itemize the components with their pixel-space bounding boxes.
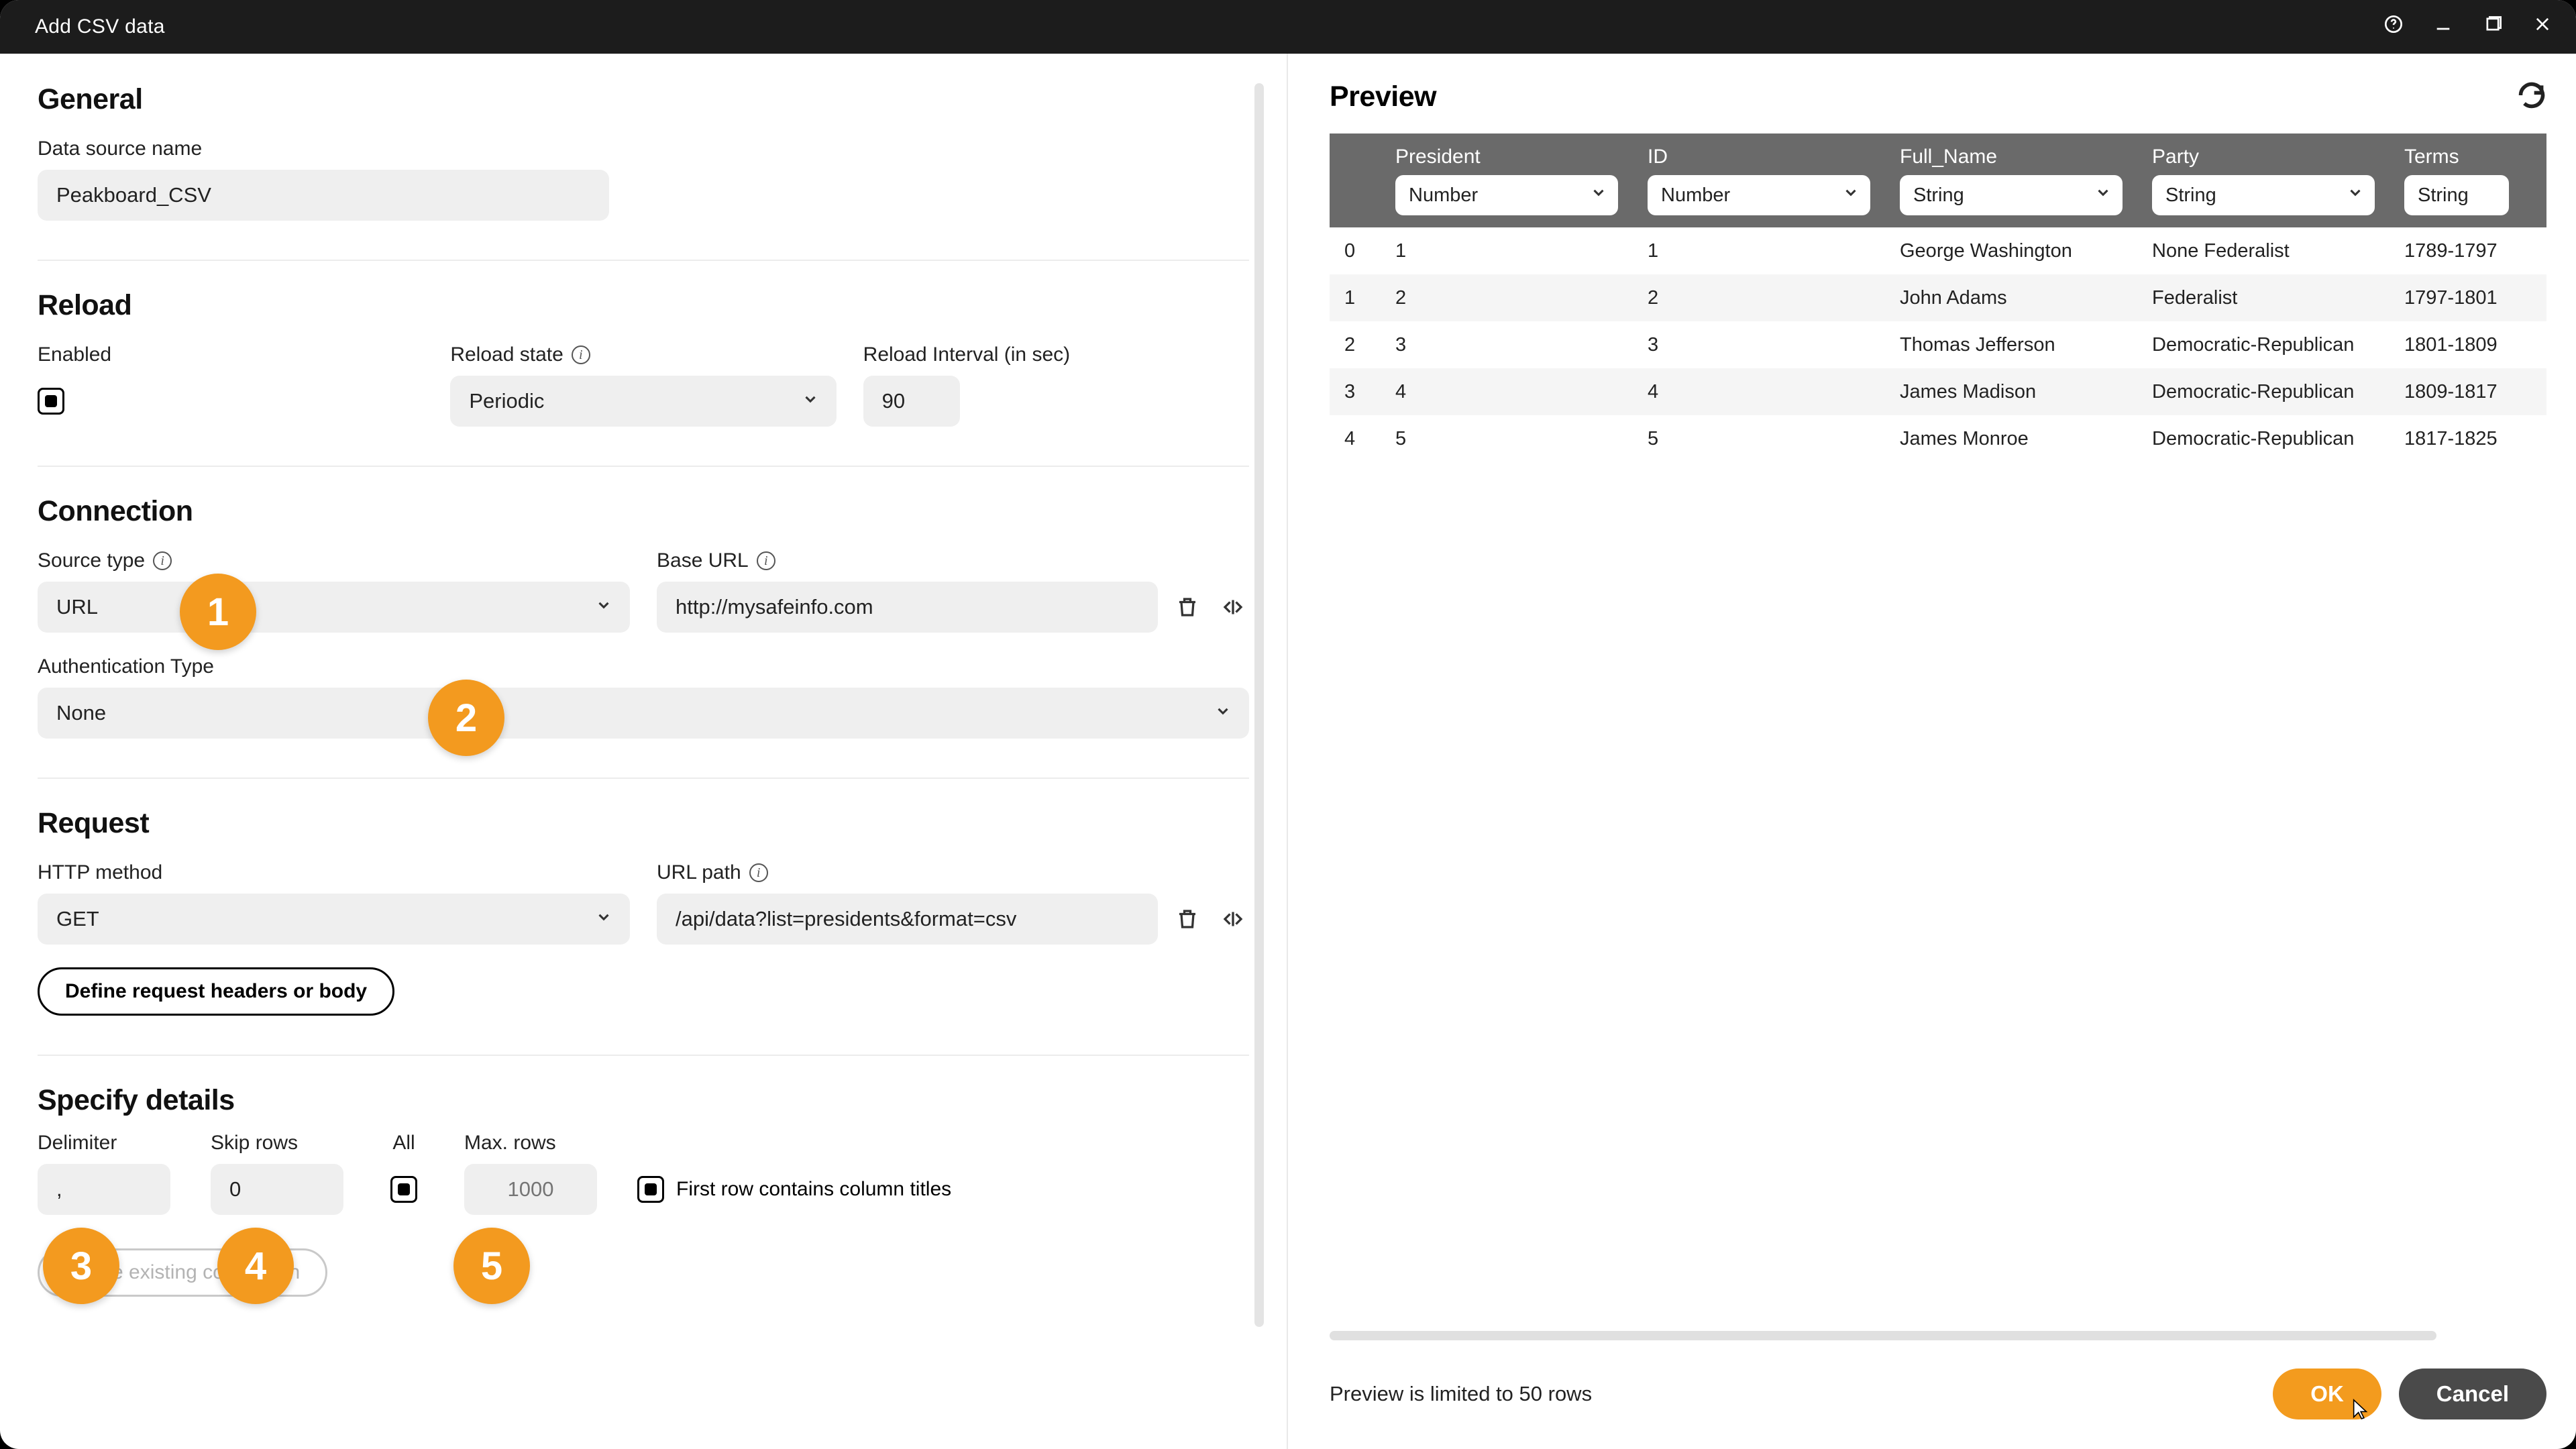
column-type-select[interactable]: Number <box>1648 175 1870 215</box>
edit-code-button[interactable] <box>1217 591 1249 623</box>
table-row: 011George WashingtonNone Federalist1789-… <box>1330 227 2546 274</box>
section-heading-preview: Preview <box>1330 80 1436 113</box>
close-icon[interactable] <box>2533 15 2552 39</box>
dialog-window: Add CSV data General Data source name <box>0 0 2576 1449</box>
info-icon[interactable]: i <box>749 863 768 882</box>
label-base-url: Base URL i <box>657 549 1158 572</box>
section-reload: Reload Enabled Reload state <box>38 289 1249 427</box>
first-row-titles-checkbox[interactable] <box>637 1176 664 1203</box>
label-reload-state: Reload state i <box>450 343 836 366</box>
chevron-down-icon <box>1214 701 1232 725</box>
horizontal-scrollbar[interactable] <box>1330 1331 2436 1340</box>
section-heading-reload: Reload <box>38 289 1249 322</box>
chevron-down-icon <box>2347 184 2364 207</box>
url-path-input[interactable] <box>657 894 1158 945</box>
column-header: Party <box>2152 146 2375 168</box>
maximize-icon[interactable] <box>2483 15 2502 39</box>
table-row: 344James MadisonDemocratic-Republican180… <box>1330 368 2546 415</box>
callout-badge: 2 <box>428 680 504 756</box>
column-type-select[interactable]: Number <box>1395 175 1618 215</box>
table-header: President Number ID Number <box>1330 133 2546 227</box>
column-header: Terms <box>2404 146 2532 168</box>
callout-badge: 5 <box>453 1228 530 1304</box>
column-header: ID <box>1648 146 1870 168</box>
label-max-rows: Max. rows <box>464 1132 597 1155</box>
section-request: Request HTTP method GET <box>38 807 1249 1016</box>
edit-code-button[interactable] <box>1217 903 1249 935</box>
data-source-name-input[interactable] <box>38 170 609 221</box>
chevron-down-icon <box>1842 184 1860 207</box>
config-pane: General Data source name Reload Enabled <box>0 54 1287 1449</box>
reload-interval-input[interactable] <box>863 376 960 427</box>
callout-badge: 4 <box>217 1228 294 1304</box>
chevron-down-icon <box>595 907 612 931</box>
label-first-row-titles: First row contains column titles <box>676 1178 951 1201</box>
skip-rows-input[interactable] <box>211 1164 343 1215</box>
label-auth-type: Authentication Type <box>38 655 1249 678</box>
label-url-path: URL path i <box>657 861 1158 884</box>
define-headers-button[interactable]: Define request headers or body <box>38 967 394 1016</box>
label-data-source-name: Data source name <box>38 138 1249 160</box>
delimiter-input[interactable] <box>38 1164 170 1215</box>
chevron-down-icon <box>1590 184 1607 207</box>
table-row: 455James MonroeDemocratic-Republican1817… <box>1330 415 2546 462</box>
column-header: Full_Name <box>1900 146 2123 168</box>
base-url-input[interactable] <box>657 582 1158 633</box>
minimize-icon[interactable] <box>2434 15 2453 39</box>
titlebar-actions <box>2384 15 2552 39</box>
auth-type-select[interactable]: None <box>38 688 1249 739</box>
callout-badge: 3 <box>43 1228 119 1304</box>
info-icon[interactable]: i <box>572 345 590 364</box>
preview-limit-note: Preview is limited to 50 rows <box>1330 1382 1592 1406</box>
preview-table: President Number ID Number <box>1330 133 2546 1340</box>
http-method-select[interactable]: GET <box>38 894 630 945</box>
titlebar-title: Add CSV data <box>35 15 165 38</box>
column-header: President <box>1395 146 1618 168</box>
max-rows-input[interactable] <box>464 1164 597 1215</box>
label-enabled: Enabled <box>38 343 423 366</box>
table-body: 011George WashingtonNone Federalist1789-… <box>1330 227 2546 462</box>
source-type-select[interactable]: URL <box>38 582 630 633</box>
clear-url-button[interactable] <box>1171 591 1203 623</box>
section-connection: Connection Source type i URL <box>38 495 1249 739</box>
preview-pane: Preview President Number <box>1288 54 2576 1449</box>
table-row: 122John AdamsFederalist1797-1801 <box>1330 274 2546 321</box>
refresh-button[interactable] <box>2517 80 2546 113</box>
section-general: General Data source name <box>38 83 1249 221</box>
callout-badge: 1 <box>180 574 256 650</box>
section-heading-details: Specify details <box>38 1084 1249 1117</box>
info-icon[interactable]: i <box>153 551 172 570</box>
label-http-method: HTTP method <box>38 861 630 884</box>
column-type-select[interactable]: String <box>2152 175 2375 215</box>
help-icon[interactable] <box>2384 15 2403 39</box>
chevron-down-icon <box>2094 184 2112 207</box>
column-type-select[interactable]: String <box>2404 175 2509 215</box>
enabled-checkbox[interactable] <box>38 388 64 415</box>
info-icon[interactable]: i <box>757 551 775 570</box>
section-heading-connection: Connection <box>38 495 1249 528</box>
label-source-type: Source type i <box>38 549 630 572</box>
section-heading-request: Request <box>38 807 1249 840</box>
label-delimiter: Delimiter <box>38 1132 170 1155</box>
label-skip-rows: Skip rows <box>211 1132 343 1155</box>
label-reload-interval: Reload Interval (in sec) <box>863 343 1249 366</box>
column-type-select[interactable]: String <box>1900 175 2123 215</box>
all-checkbox[interactable] <box>390 1176 417 1203</box>
section-heading-general: General <box>38 83 1249 116</box>
reload-state-select[interactable]: Periodic <box>450 376 836 427</box>
titlebar: Add CSV data <box>0 0 2576 54</box>
chevron-down-icon <box>802 389 819 413</box>
chevron-down-icon <box>595 595 612 619</box>
cancel-button[interactable]: Cancel <box>2399 1368 2546 1419</box>
clear-path-button[interactable] <box>1171 903 1203 935</box>
cursor-icon <box>2351 1398 2369 1422</box>
table-row: 233Thomas JeffersonDemocratic-Republican… <box>1330 321 2546 368</box>
section-details: Specify details Delimiter Skip rows <box>38 1084 1249 1297</box>
ok-button[interactable]: OK <box>2273 1368 2381 1419</box>
label-all: All <box>384 1132 424 1155</box>
